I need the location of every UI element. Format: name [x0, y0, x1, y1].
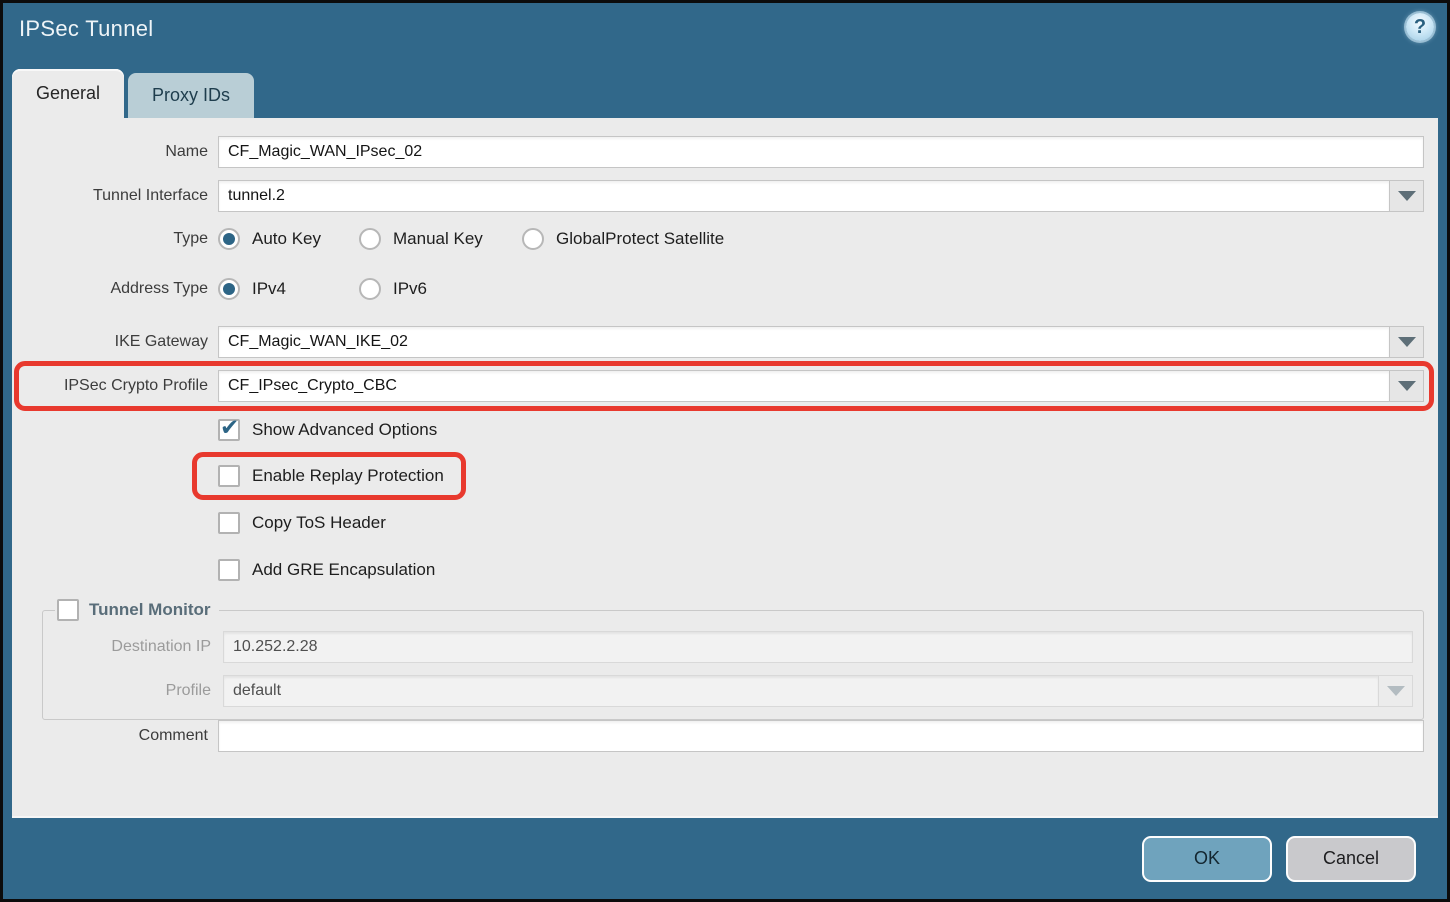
chevron-down-icon [1398, 381, 1416, 391]
chevron-down-icon [1387, 686, 1405, 696]
copy-tos-header-checkbox[interactable] [218, 512, 240, 534]
comment-input[interactable] [218, 720, 1424, 752]
ike-gateway-dropdown-button[interactable] [1390, 326, 1424, 358]
enable-replay-protection-group[interactable]: Enable Replay Protection [218, 465, 444, 487]
profile-dropdown-button [1379, 675, 1413, 707]
dialog-title: IPSec Tunnel [19, 16, 153, 42]
radio-ipv4[interactable] [218, 278, 240, 300]
address-type-label: Address Type [26, 280, 208, 298]
type-option-auto-key[interactable]: Auto Key [218, 228, 359, 250]
tunnel-monitor-group: Tunnel Monitor Destination IP Profile [42, 599, 1424, 720]
ipsec-crypto-profile-row: IPSec Crypto Profile [26, 370, 1424, 402]
tab-strip: General Proxy IDs [3, 65, 1447, 118]
address-type-option-ipv4[interactable]: IPv4 [218, 278, 359, 300]
dialog-titlebar: IPSec Tunnel ? [3, 3, 1447, 65]
ok-button[interactable]: OK [1142, 836, 1272, 882]
ipsec-crypto-profile-dropdown-button[interactable] [1390, 370, 1424, 402]
name-input[interactable] [218, 136, 1424, 168]
tunnel-monitor-legend: Tunnel Monitor [55, 599, 219, 621]
comment-label: Comment [26, 727, 208, 745]
ike-gateway-row: IKE Gateway [26, 326, 1424, 358]
tunnel-monitor-checkbox[interactable] [57, 599, 79, 621]
tunnel-interface-input[interactable] [218, 180, 1390, 212]
name-label: Name [26, 143, 208, 161]
type-option-globalprotect-satellite[interactable]: GlobalProtect Satellite [522, 228, 724, 250]
add-gre-encapsulation-checkbox[interactable] [218, 559, 240, 581]
tunnel-interface-row: Tunnel Interface [26, 180, 1424, 212]
name-row: Name [26, 136, 1424, 168]
radio-auto-key[interactable] [218, 228, 240, 250]
show-advanced-options-checkbox[interactable] [218, 419, 240, 441]
enable-replay-protection-checkbox[interactable] [218, 465, 240, 487]
tab-general[interactable]: General [12, 69, 124, 118]
type-option-manual-key[interactable]: Manual Key [359, 228, 522, 250]
tunnel-monitor-title: Tunnel Monitor [89, 600, 211, 620]
cancel-button[interactable]: Cancel [1286, 836, 1416, 882]
profile-row: Profile [53, 675, 1413, 707]
ike-gateway-input[interactable] [218, 326, 1390, 358]
radio-globalprotect-satellite[interactable] [522, 228, 544, 250]
ipsec-crypto-profile-label: IPSec Crypto Profile [26, 377, 208, 395]
tab-proxy-ids[interactable]: Proxy IDs [128, 73, 254, 118]
chevron-down-icon [1398, 191, 1416, 201]
ipsec-crypto-profile-input[interactable] [218, 370, 1390, 402]
destination-ip-input [223, 631, 1413, 663]
help-icon[interactable]: ? [1406, 13, 1434, 41]
ipsec-tunnel-dialog: IPSec Tunnel ? General Proxy IDs Name Tu… [0, 0, 1450, 902]
ike-gateway-label: IKE Gateway [26, 333, 208, 351]
radio-ipv6[interactable] [359, 278, 381, 300]
address-type-row: Address Type IPv4 IPv6 [26, 278, 1424, 300]
tunnel-interface-dropdown-button[interactable] [1390, 180, 1424, 212]
chevron-down-icon [1398, 337, 1416, 347]
tunnel-interface-label: Tunnel Interface [26, 187, 208, 205]
type-row: Type Auto Key Manual Key GlobalProtect S… [26, 228, 1424, 250]
comment-row: Comment [26, 720, 1424, 752]
enable-replay-protection-row: Enable Replay Protection [218, 464, 1424, 487]
general-tab-panel: Name Tunnel Interface Type Auto Key [12, 118, 1438, 818]
show-advanced-options-row[interactable]: Show Advanced Options [218, 418, 1424, 441]
copy-tos-header-row[interactable]: Copy ToS Header [218, 511, 1424, 534]
destination-ip-row: Destination IP [53, 631, 1413, 663]
radio-manual-key[interactable] [359, 228, 381, 250]
dialog-footer: OK Cancel [3, 818, 1447, 899]
destination-ip-label: Destination IP [53, 638, 211, 656]
profile-label: Profile [53, 682, 211, 700]
address-type-option-ipv6[interactable]: IPv6 [359, 278, 427, 300]
profile-input [223, 675, 1379, 707]
type-label: Type [26, 230, 208, 248]
add-gre-encapsulation-row[interactable]: Add GRE Encapsulation [218, 558, 1424, 581]
